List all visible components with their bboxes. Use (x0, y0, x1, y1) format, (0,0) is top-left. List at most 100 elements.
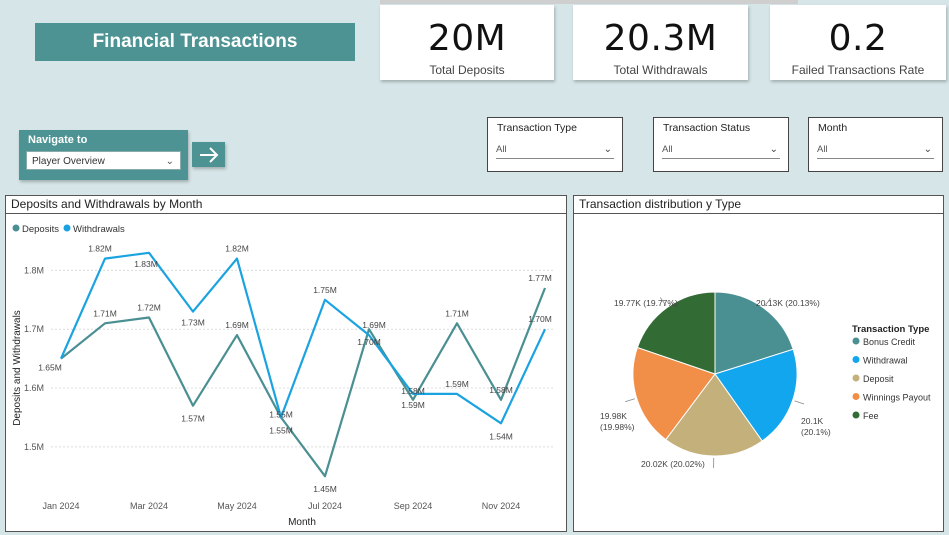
slicer-transaction-type: Transaction Type All ⌄ (487, 117, 623, 172)
legend-withdrawals-label: Withdrawals (73, 224, 125, 235)
x-tick-label: Sep 2024 (394, 501, 433, 511)
slicer-title: Transaction Status (663, 122, 751, 134)
slicer-value: All (662, 144, 673, 155)
slicer-value: All (817, 144, 828, 155)
chevron-down-icon: ⌄ (165, 156, 174, 167)
data-label-deposits: 1.58M (401, 386, 425, 396)
x-tick-label: Mar 2024 (130, 501, 168, 511)
top-strip (380, 0, 798, 4)
pie-legend-marker (852, 393, 860, 400)
chevron-down-icon: ⌄ (769, 144, 778, 155)
kpi-card-total-deposits: 20M Total Deposits (380, 5, 554, 80)
deposits-line (60, 287, 547, 478)
data-label-withdrawals: 1.82M (88, 244, 112, 254)
data-label-withdrawals: 1.73M (181, 318, 205, 328)
pie-leader-line (794, 400, 805, 405)
legend-deposits-marker (12, 224, 20, 232)
pie-legend-marker (852, 337, 860, 345)
line-chart: Deposits Withdrawals 1.5M 1.6M 1.7M 1.8M Ja… (12, 224, 554, 528)
data-label-deposits: 1.71M (93, 308, 117, 318)
data-label-withdrawals: 1.70M (528, 314, 552, 324)
pie-data-label-percent: (20.1%) (801, 427, 831, 437)
data-label-deposits: 1.71M (445, 308, 469, 318)
navigate-panel: Navigate to Player Overview ⌄ (19, 130, 188, 180)
y-tick-label: 1.7M (24, 324, 44, 334)
slicer-dropdown-transaction-status[interactable]: All ⌄ (662, 140, 780, 159)
legend-deposits-label: Deposits (22, 224, 59, 235)
pie-legend-title: Transaction Type (852, 324, 929, 335)
pie-leader-line (625, 398, 635, 403)
kpi-card-failed-rate: 0.2 Failed Transactions Rate (770, 5, 946, 80)
data-label-withdrawals: 1.59M (401, 400, 425, 410)
slicer-title: Transaction Type (497, 122, 577, 134)
slicer-value: All (496, 144, 507, 155)
pie-chart: 20.13K (20.13%) 20.1K (20.1%) 20.02K (20.02… (600, 291, 931, 469)
data-label-withdrawals: 1.83M (134, 259, 158, 269)
slicer-dropdown-transaction-type[interactable]: All ⌄ (496, 140, 614, 159)
x-tick-label: Jul 2024 (308, 501, 342, 511)
data-label-deposits: 1.77M (528, 273, 552, 283)
navigate-label: Navigate to (28, 134, 88, 146)
page-title: Financial Transactions (35, 23, 355, 61)
y-axis-title: Deposits and Withdrawals (12, 310, 23, 426)
pie-legend-label: Withdrawal (863, 356, 908, 366)
data-label-withdrawals: 1.55M (269, 425, 293, 435)
data-label-deposits: 1.55M (269, 409, 293, 419)
chevron-down-icon: ⌄ (923, 144, 932, 155)
data-label-deposits: 1.58M (489, 385, 513, 395)
data-label-deposits: 1.45M (313, 484, 337, 494)
pie-chart-title: Transaction distribution y Type (574, 196, 943, 214)
pie-legend-label: Bonus Credit (863, 337, 916, 347)
pie-data-label: 20.13K (20.13%) (756, 298, 820, 308)
slicer-transaction-status: Transaction Status All ⌄ (653, 117, 789, 172)
kpi-label: Failed Transactions Rate (791, 63, 925, 77)
pie-chart-panel: Transaction distribution y Type 20.13K (… (573, 195, 944, 532)
data-label-withdrawals: 1.54M (489, 431, 513, 441)
x-axis-title: Month (288, 517, 316, 528)
navigate-selected: Player Overview (32, 156, 105, 167)
kpi-label: Total Deposits (429, 63, 505, 77)
chevron-down-icon: ⌄ (603, 144, 612, 155)
data-label-deposits: 1.57M (181, 414, 205, 424)
y-tick-label: 1.5M (24, 442, 44, 452)
pie-data-label: 19.77K (19.77%) (614, 298, 678, 308)
data-label-deposits: 1.69M (225, 320, 249, 330)
pie-data-label: 20.1K (20.1%) (801, 416, 831, 437)
y-tick-label: 1.6M (24, 383, 44, 393)
data-label-withdrawals: 1.69M (362, 320, 386, 330)
pie-data-label: 20.02K (20.02%) (641, 459, 705, 469)
data-label-deposits: 1.72M (137, 302, 161, 312)
y-tick-label: 1.8M (24, 265, 44, 275)
data-label-withdrawals: 1.59M (445, 379, 469, 389)
pie-data-label: 19.98K (19.98%) (600, 411, 635, 432)
line-chart-panel: Deposits and Withdrawals by Month Deposi… (5, 195, 567, 532)
kpi-value: 0.2 (828, 18, 888, 59)
pie-legend-marker (852, 356, 860, 363)
kpi-card-total-withdrawals: 20.3M Total Withdrawals (573, 5, 748, 80)
arrow-right-icon (199, 146, 218, 163)
pie-data-label-value: 20.1K (801, 416, 824, 426)
data-label-withdrawals: 1.82M (225, 244, 249, 254)
slicer-month: Month All ⌄ (808, 117, 943, 172)
navigate-arrow-button[interactable] (192, 142, 225, 167)
slicer-dropdown-month[interactable]: All ⌄ (817, 140, 934, 159)
pie-data-label-value: 19.98K (600, 411, 627, 421)
x-tick-label: May 2024 (217, 501, 257, 511)
withdrawals-line (59, 251, 546, 425)
kpi-value: 20M (427, 18, 507, 59)
navigate-dropdown[interactable]: Player Overview ⌄ (26, 151, 181, 170)
data-label-deposits: 1.70M (357, 337, 381, 347)
pie-legend-marker (852, 411, 860, 419)
line-chart-title: Deposits and Withdrawals by Month (6, 196, 566, 214)
pie-legend-label: Deposit (863, 374, 894, 384)
pie-legend-label: Winnings Payout (863, 393, 931, 403)
kpi-value: 20.3M (603, 18, 718, 59)
data-label-deposits: 1.65M (38, 363, 62, 373)
pie-data-label-percent: (19.98%) (600, 422, 635, 432)
x-tick-label: Nov 2024 (482, 501, 521, 511)
slicer-title: Month (818, 122, 848, 134)
pie-legend-label: Fee (863, 411, 879, 421)
pie-legend-marker (852, 374, 860, 382)
x-tick-label: Jan 2024 (42, 501, 79, 511)
legend-withdrawals-marker (63, 224, 71, 232)
